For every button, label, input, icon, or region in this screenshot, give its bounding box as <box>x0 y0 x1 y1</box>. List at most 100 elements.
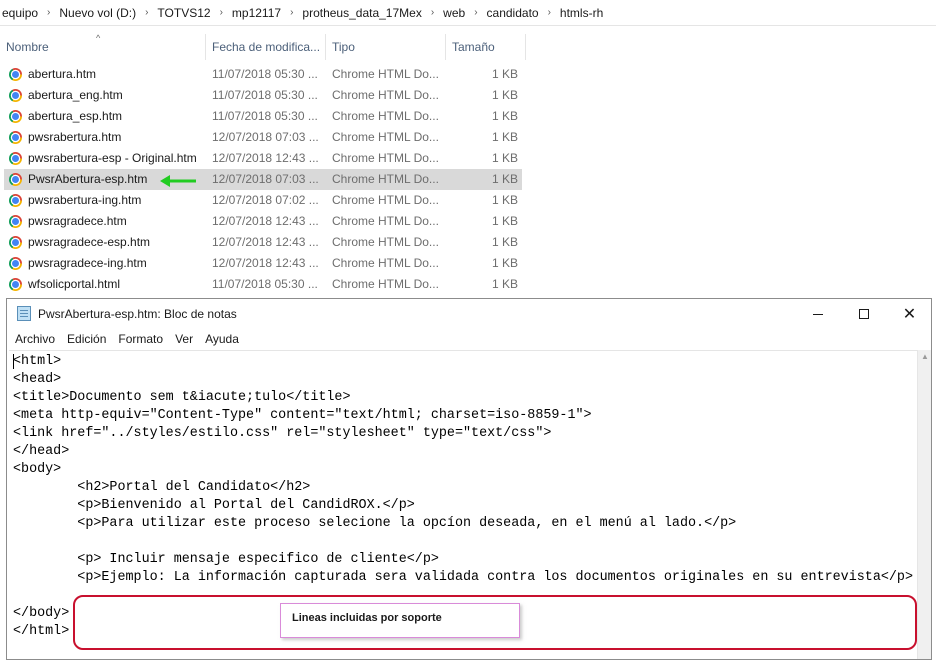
column-header-date[interactable]: Fecha de modifica... <box>206 34 326 60</box>
breadcrumb-item[interactable]: mp12117 <box>232 6 281 20</box>
code-line: </body> <box>13 606 70 621</box>
file-row[interactable]: pwsragradece-esp.htm 12/07/2018 12:43 ...… <box>4 232 522 253</box>
file-name: PwsrAbertura-esp.htm <box>28 172 148 186</box>
file-type: Chrome HTML Do... <box>332 277 439 291</box>
scroll-up-icon[interactable]: ▲ <box>921 352 929 361</box>
vertical-scrollbar[interactable]: ▲ <box>917 350 931 659</box>
file-date: 11/07/2018 05:30 ... <box>212 88 318 102</box>
file-date: 11/07/2018 05:30 ... <box>212 67 318 81</box>
file-row[interactable]: pwsrabertura-esp - Original.htm 12/07/201… <box>4 148 522 169</box>
file-size: 1 KB <box>491 130 518 144</box>
file-date: 11/07/2018 05:30 ... <box>212 277 318 291</box>
annotation-callout: Lineas incluidas por soporte <box>280 603 520 638</box>
file-size: 1 KB <box>491 67 518 81</box>
notepad-icon <box>17 306 31 321</box>
maximize-icon <box>858 309 869 319</box>
chrome-html-icon <box>9 236 22 249</box>
notepad-titlebar[interactable]: PwsrAbertura-esp.htm: Bloc de notas ✕ <box>7 299 931 329</box>
file-date: 12/07/2018 07:03 ... <box>212 172 319 186</box>
file-type: Chrome HTML Do... <box>332 151 439 165</box>
column-header-date-label: Fecha de modifica... <box>212 40 321 54</box>
breadcrumb-item[interactable]: TOTVS12 <box>157 6 210 20</box>
file-name: pwsrabertura-esp - Original.htm <box>28 151 197 165</box>
file-size: 1 KB <box>491 88 518 102</box>
file-type: Chrome HTML Do... <box>332 256 439 270</box>
column-headers: Nombre ^ Fecha de modifica... Tipo Tamañ… <box>0 33 936 60</box>
file-row[interactable]: abertura.htm 11/07/2018 05:30 ... Chrome H… <box>4 64 522 85</box>
file-size: 1 KB <box>491 214 518 228</box>
column-header-type[interactable]: Tipo <box>326 34 446 60</box>
file-type: Chrome HTML Do... <box>332 109 439 123</box>
breadcrumb-item[interactable]: htmls-rh <box>560 6 603 20</box>
breadcrumb-separator-icon[interactable]: › <box>47 7 50 18</box>
chrome-html-icon <box>9 278 22 291</box>
code-line: <link href="../styles/estilo.css" rel="s… <box>13 426 552 441</box>
breadcrumb-separator-icon[interactable]: › <box>431 7 434 18</box>
file-date: 12/07/2018 12:43 ... <box>212 151 319 165</box>
file-size: 1 KB <box>491 172 518 186</box>
file-type: Chrome HTML Do... <box>332 88 439 102</box>
breadcrumb-separator-icon[interactable]: › <box>290 7 293 18</box>
file-name: abertura.htm <box>28 67 97 81</box>
menu-archivo[interactable]: Archivo <box>9 332 61 346</box>
file-name: abertura_esp.htm <box>28 109 123 123</box>
menu-formato[interactable]: Formato <box>112 332 169 346</box>
maximize-button[interactable] <box>841 299 886 329</box>
code-line: <p> Incluir mensaje especifico de client… <box>13 552 439 567</box>
breadcrumb-separator-icon[interactable]: › <box>220 7 223 18</box>
file-type: Chrome HTML Do... <box>332 214 439 228</box>
breadcrumb-item[interactable]: protheus_data_17Mex <box>302 6 421 20</box>
code-line: <body> <box>13 462 62 477</box>
file-name: pwsragradece-esp.htm <box>28 235 151 249</box>
file-type: Chrome HTML Do... <box>332 67 439 81</box>
file-size: 1 KB <box>491 277 518 291</box>
breadcrumb-item[interactable]: equipo <box>2 6 38 20</box>
breadcrumb-separator-icon[interactable]: › <box>548 7 551 18</box>
chrome-html-icon <box>9 131 22 144</box>
file-row[interactable]: pwsragradece-ing.htm 12/07/2018 12:43 ...… <box>4 253 522 274</box>
window-title: PwsrAbertura-esp.htm: Bloc de notas <box>38 307 237 321</box>
breadcrumb-separator-icon[interactable]: › <box>145 7 148 18</box>
code-line: <html> <box>13 354 62 369</box>
file-size: 1 KB <box>491 151 518 165</box>
file-row[interactable]: pwsragradece.htm 12/07/2018 12:43 ... Chro… <box>4 211 522 232</box>
chrome-html-icon <box>9 89 22 102</box>
file-name: pwsrabertura.htm <box>28 130 122 144</box>
menu-ver[interactable]: Ver <box>169 332 199 346</box>
chrome-html-icon <box>9 257 22 270</box>
file-row[interactable]: pwsrabertura-ing.htm 12/07/2018 07:02 ...… <box>4 190 522 211</box>
file-size: 1 KB <box>491 193 518 207</box>
menu-edicion[interactable]: Edición <box>61 332 112 346</box>
file-row[interactable]: abertura_eng.htm 11/07/2018 05:30 ... Chro… <box>4 85 522 106</box>
close-icon: ✕ <box>902 304 917 323</box>
file-date: 12/07/2018 07:03 ... <box>212 130 319 144</box>
file-name: pwsragradece-ing.htm <box>28 256 147 270</box>
file-row[interactable]: wfsolicportal.html 11/07/2018 05:30 ... Ch… <box>4 274 522 295</box>
file-type: Chrome HTML Do... <box>332 193 439 207</box>
chrome-html-icon <box>9 173 22 186</box>
file-name: pwsrabertura-ing.htm <box>28 193 142 207</box>
column-header-size[interactable]: Tamaño <box>446 34 526 60</box>
column-header-name[interactable]: Nombre ^ <box>0 33 206 60</box>
green-arrow-annotation <box>160 175 196 187</box>
close-button[interactable]: ✕ <box>887 299 932 329</box>
code-line: <p>Ejemplo: La información capturada ser… <box>13 570 913 585</box>
column-header-type-label: Tipo <box>332 40 355 54</box>
chrome-html-icon <box>9 194 22 207</box>
menu-ayuda[interactable]: Ayuda <box>199 332 245 346</box>
code-line: <title>Documento sem t&iacute;tulo</titl… <box>13 390 351 405</box>
breadcrumb-separator-icon[interactable]: › <box>474 7 477 18</box>
file-row[interactable]: pwsrabertura.htm 12/07/2018 07:03 ... Chro… <box>4 127 522 148</box>
file-row[interactable]: PwsrAbertura-esp.htm 12/07/2018 07:03 ...… <box>4 169 522 190</box>
minimize-button[interactable] <box>795 299 840 329</box>
code-line: <h2>Portal del Candidato</h2> <box>13 480 311 495</box>
breadcrumb-item[interactable]: web <box>443 6 465 20</box>
file-name: pwsragradece.htm <box>28 214 127 228</box>
breadcrumb-item[interactable]: Nuevo vol (D:) <box>59 6 136 20</box>
file-size: 1 KB <box>491 235 518 249</box>
file-date: 11/07/2018 05:30 ... <box>212 109 318 123</box>
breadcrumb-item[interactable]: candidato <box>487 6 539 20</box>
file-row[interactable]: abertura_esp.htm 11/07/2018 05:30 ... Chro… <box>4 106 522 127</box>
minimize-icon <box>812 313 823 315</box>
file-name: wfsolicportal.html <box>28 277 121 291</box>
